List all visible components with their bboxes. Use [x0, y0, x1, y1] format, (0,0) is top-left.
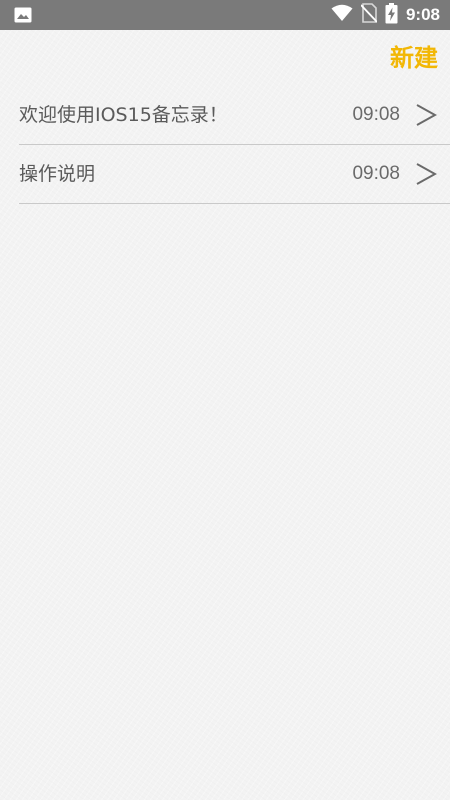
- battery-charging-icon: [385, 2, 398, 28]
- note-title: 欢迎使用IOS15备忘录！: [19, 104, 228, 126]
- chevron-right-icon: [415, 162, 438, 186]
- note-time: 09:08: [352, 104, 400, 125]
- note-time: 09:08: [352, 163, 400, 184]
- note-item[interactable]: 操作说明 09:08: [19, 145, 450, 204]
- new-note-button[interactable]: 新建: [390, 40, 438, 76]
- status-bar: 9:08: [0, 0, 450, 30]
- image-icon: [14, 7, 32, 23]
- clock: 9:08: [405, 5, 440, 24]
- wifi-icon: [331, 4, 353, 26]
- no-sim-icon: [360, 3, 378, 27]
- note-item[interactable]: 欢迎使用IOS15备忘录！ 09:08: [19, 86, 450, 145]
- note-list: 欢迎使用IOS15备忘录！ 09:08 操作说明 09:08: [19, 86, 450, 204]
- chevron-right-icon: [415, 103, 438, 127]
- status-icons: 9:08: [331, 0, 440, 30]
- note-title: 操作说明: [19, 163, 96, 185]
